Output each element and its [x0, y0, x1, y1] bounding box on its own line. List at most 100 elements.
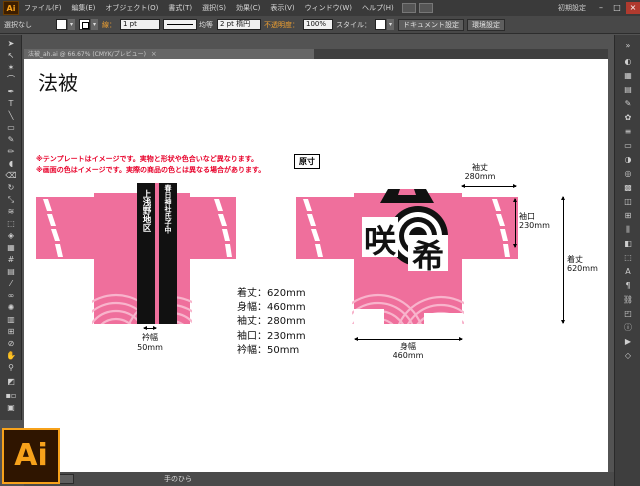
transform-panel-icon[interactable]: ⬚	[621, 253, 635, 263]
menu-window[interactable]: ウィンドウ(W)	[300, 3, 357, 13]
transparency-panel-icon[interactable]: ◑	[621, 155, 635, 165]
stroke-profile-preview[interactable]	[163, 19, 197, 30]
stroke-label[interactable]: 線：	[102, 20, 116, 30]
perspective-grid-tool-icon[interactable]: ▦	[3, 243, 19, 253]
zoom-tool-icon[interactable]: ⚲	[3, 363, 19, 373]
pathfinder-panel-icon[interactable]: ◧	[621, 239, 635, 249]
symbols-panel-icon[interactable]: ✿	[621, 113, 635, 123]
lasso-tool-icon[interactable]: ⌒	[3, 75, 19, 85]
hand-tool-icon[interactable]: ✋	[3, 351, 19, 361]
menu-view[interactable]: 表示(V)	[265, 3, 299, 13]
rectangle-tool-icon[interactable]: ▭	[3, 123, 19, 133]
collar-width-value[interactable]: 50mm	[131, 343, 169, 353]
workspace-switcher[interactable]: 初期設定	[552, 3, 592, 13]
artboard-tool-icon[interactable]: ⊞	[3, 327, 19, 337]
happi-front-illustration[interactable]: 上浅野地区 春日神社氏子中	[36, 181, 236, 329]
gradient-panel-icon[interactable]: ▭	[621, 141, 635, 151]
arrange-documents-button[interactable]	[418, 3, 433, 13]
appearance-panel-icon[interactable]: ◎	[621, 169, 635, 179]
color-mode-icons[interactable]: ▪▫	[3, 391, 19, 401]
line-tool-icon[interactable]: ╲	[3, 111, 19, 121]
info-panel-icon[interactable]: ⓘ	[621, 323, 635, 333]
menu-type[interactable]: 書式(T)	[163, 3, 197, 13]
brush-field[interactable]: 2 pt 楕円	[217, 19, 261, 30]
minimize-icon[interactable]: –	[594, 2, 608, 14]
stroke-profile-label[interactable]: 均等	[199, 20, 213, 30]
align-panel-icon[interactable]: ⫼	[621, 225, 635, 235]
menu-edit[interactable]: 編集(E)	[67, 3, 101, 13]
fill-dropdown-icon[interactable]: ▾	[68, 19, 75, 30]
menu-select[interactable]: 選択(S)	[197, 3, 231, 13]
stroke-weight-field[interactable]: 1 pt	[120, 19, 160, 30]
style-swatch[interactable]	[375, 19, 386, 30]
free-transform-tool-icon[interactable]: ⬚	[3, 219, 19, 229]
menu-help[interactable]: ヘルプ(H)	[357, 3, 399, 13]
bridge-button[interactable]	[401, 3, 416, 13]
menu-file[interactable]: ファイル(F)	[19, 3, 67, 13]
brushes-panel-icon[interactable]: ✎	[621, 99, 635, 109]
collapse-panels-icon[interactable]: »	[621, 41, 635, 51]
style-dropdown-icon[interactable]: ▾	[387, 19, 394, 30]
preferences-button[interactable]: 環境設定	[467, 18, 505, 31]
scale-tool-icon[interactable]: ⤡	[3, 195, 19, 205]
slice-tool-icon[interactable]: ⊘	[3, 339, 19, 349]
color-guide-icon[interactable]: ▦	[621, 71, 635, 81]
color-panel-icon[interactable]: ◐	[621, 57, 635, 67]
stroke-dropdown-icon[interactable]: ▾	[91, 19, 98, 30]
original-size-label[interactable]: 原寸	[294, 154, 320, 169]
paragraph-panel-icon[interactable]: ¶	[621, 281, 635, 291]
magic-wand-tool-icon[interactable]: ✶	[3, 63, 19, 73]
menu-object[interactable]: オブジェクト(O)	[100, 3, 163, 13]
stroke-panel-icon[interactable]: ≡	[621, 127, 635, 137]
spec-list[interactable]: 着丈：620mm 身幅：460mm 袖丈：280mm 袖口：230mm 衿幅：5…	[237, 287, 306, 358]
menu-effect[interactable]: 効果(C)	[231, 3, 265, 13]
mesh-tool-icon[interactable]: #	[3, 255, 19, 265]
happi-back-illustration[interactable]: 咲 希	[296, 181, 518, 329]
selection-tool-icon[interactable]: ➤	[3, 39, 19, 49]
attributes-panel-icon[interactable]: ◇	[621, 351, 635, 361]
opacity-field[interactable]: 100%	[303, 19, 333, 30]
width-tool-icon[interactable]: ≋	[3, 207, 19, 217]
maximize-icon[interactable]: □	[610, 2, 624, 14]
opacity-label[interactable]: 不透明度：	[264, 20, 299, 30]
cuff-value[interactable]: 230mm	[519, 221, 559, 231]
rotate-tool-icon[interactable]: ↻	[3, 183, 19, 193]
type-tool-icon[interactable]: T	[3, 99, 19, 109]
blob-brush-tool-icon[interactable]: ◖	[3, 159, 19, 169]
collar-width-label[interactable]: 衿幅	[131, 333, 169, 343]
paintbrush-tool-icon[interactable]: ✎	[3, 135, 19, 145]
stroke-swatch[interactable]	[79, 19, 90, 30]
close-icon[interactable]: ×	[626, 2, 640, 14]
column-graph-tool-icon[interactable]: ▥	[3, 315, 19, 325]
gradient-tool-icon[interactable]: ▤	[3, 267, 19, 277]
shape-builder-tool-icon[interactable]: ◈	[3, 231, 19, 241]
fill-stroke-swatches-icon[interactable]: ◩	[3, 377, 19, 387]
sleeve-length-value[interactable]: 280mm	[460, 172, 500, 182]
screen-mode-icon[interactable]: ▣	[3, 403, 19, 413]
document-setup-button[interactable]: ドキュメント設定	[398, 18, 464, 31]
pencil-tool-icon[interactable]: ✏	[3, 147, 19, 157]
direct-selection-tool-icon[interactable]: ↖	[3, 51, 19, 61]
pen-tool-icon[interactable]: ✒	[3, 87, 19, 97]
artboard[interactable]: 法被 ※テンプレートはイメージです。実物と形状や色合いなど異なります。 ※画面の…	[24, 59, 608, 472]
symbol-sprayer-tool-icon[interactable]: ✺	[3, 303, 19, 313]
blend-tool-icon[interactable]: ∞	[3, 291, 19, 301]
layers-panel-icon[interactable]: ◫	[621, 197, 635, 207]
color-note[interactable]: ※画面の色はイメージです。実際の商品の色とは異なる場合があります。	[36, 165, 265, 175]
document-tab[interactable]: 法被_ah.ai @ 66.67% (CMYK/プレビュー) ×	[24, 49, 314, 59]
body-width-value[interactable]: 460mm	[384, 351, 432, 361]
links-panel-icon[interactable]: ⛓	[621, 295, 635, 305]
page-title[interactable]: 法被	[38, 67, 78, 96]
eyedropper-tool-icon[interactable]: ⁄	[3, 279, 19, 289]
artboards-panel-icon[interactable]: ⊞	[621, 211, 635, 221]
current-tool-status[interactable]: 手のひら	[164, 474, 192, 484]
tab-close-icon[interactable]: ×	[151, 50, 157, 58]
swatches-panel-icon[interactable]: ▤	[621, 85, 635, 95]
eraser-tool-icon[interactable]: ⌫	[3, 171, 19, 181]
graphic-styles-icon[interactable]: ▩	[621, 183, 635, 193]
fill-swatch[interactable]	[56, 19, 67, 30]
length-value[interactable]: 620mm	[567, 264, 607, 274]
navigator-panel-icon[interactable]: ◰	[621, 309, 635, 319]
character-panel-icon[interactable]: A	[621, 267, 635, 277]
template-note[interactable]: ※テンプレートはイメージです。実物と形状や色合いなど異なります。	[36, 154, 258, 164]
